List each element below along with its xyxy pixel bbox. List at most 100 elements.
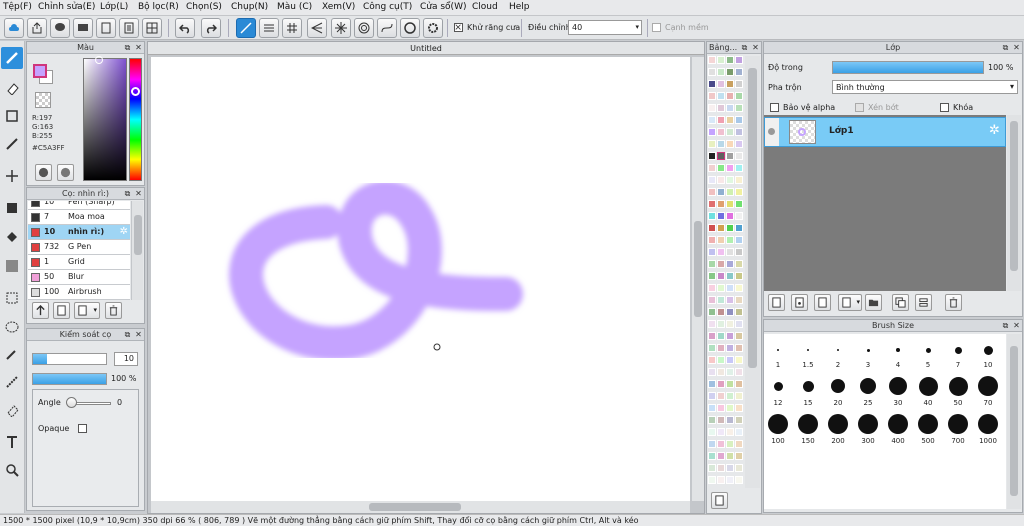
opaque-checkbox[interactable] <box>78 424 87 433</box>
palette-swatch[interactable] <box>726 272 734 280</box>
palette-swatch[interactable] <box>735 404 743 412</box>
palette-swatch[interactable] <box>717 356 725 364</box>
brush-tool[interactable] <box>1 47 23 69</box>
palette-swatch[interactable] <box>717 140 725 148</box>
perspective-ruler-button[interactable] <box>307 18 327 38</box>
brush-size-dot[interactable] <box>948 376 968 396</box>
palette-swatch[interactable] <box>726 224 734 232</box>
close-icon[interactable]: ✕ <box>134 43 143 52</box>
palette-swatch[interactable] <box>717 224 725 232</box>
scroll-thumb[interactable] <box>748 68 757 368</box>
grid-ruler-button[interactable] <box>282 18 302 38</box>
palette-swatch[interactable] <box>708 68 716 76</box>
layer-opacity-slider[interactable] <box>832 61 984 74</box>
protect-alpha-checkbox[interactable] <box>770 103 779 112</box>
pages-button[interactable] <box>119 18 139 38</box>
angle-slider-handle[interactable] <box>66 397 77 408</box>
palette-swatch[interactable] <box>717 296 725 304</box>
palette-swatch[interactable] <box>717 260 725 268</box>
palette-swatch[interactable] <box>708 140 716 148</box>
palette-swatch[interactable] <box>726 260 734 268</box>
palette-swatch[interactable] <box>735 368 743 376</box>
palette-swatch[interactable] <box>708 248 716 256</box>
palette-swatch[interactable] <box>708 368 716 376</box>
ellipse-ruler-button[interactable] <box>400 18 420 38</box>
palette-swatch[interactable] <box>735 248 743 256</box>
export-button[interactable] <box>27 18 47 38</box>
parallel-ruler-button[interactable] <box>259 18 279 38</box>
palette-swatch[interactable] <box>717 68 725 76</box>
palette-swatch[interactable] <box>735 236 743 244</box>
palette-swatch[interactable] <box>726 404 734 412</box>
delete-layer-button[interactable] <box>945 294 962 311</box>
palette-swatch[interactable] <box>726 236 734 244</box>
popout-icon[interactable]: ⧉ <box>740 43 749 52</box>
close-icon[interactable]: ✕ <box>134 330 143 339</box>
palette-swatch[interactable] <box>708 416 716 424</box>
close-icon[interactable]: ✕ <box>134 189 143 198</box>
palette-swatch[interactable] <box>735 416 743 424</box>
palette-swatch[interactable] <box>708 464 716 472</box>
palette-swatch[interactable] <box>717 236 725 244</box>
brush-size-dot[interactable] <box>777 349 779 351</box>
palette-swatch[interactable] <box>726 176 734 184</box>
palette-swatch[interactable] <box>717 80 725 88</box>
menu-filter[interactable]: Bộ lọc(R) <box>138 2 179 12</box>
palette-swatch[interactable] <box>708 332 716 340</box>
palette-swatch[interactable] <box>708 80 716 88</box>
palette-swatch[interactable] <box>717 428 725 436</box>
palette-swatch[interactable] <box>735 452 743 460</box>
new-8bit-layer-button[interactable] <box>814 294 831 311</box>
radial-ruler-button[interactable] <box>331 18 351 38</box>
brush-size-dot[interactable] <box>889 377 907 395</box>
palette-swatch[interactable] <box>735 128 743 136</box>
palette-swatch[interactable] <box>708 164 716 172</box>
palette-swatch[interactable] <box>717 392 725 400</box>
layer-row[interactable]: Lớp1 ✲ <box>764 117 1006 147</box>
brush-size-dot[interactable] <box>802 380 814 392</box>
popout-icon[interactable]: ⧉ <box>123 189 132 198</box>
palette-swatch[interactable] <box>726 380 734 388</box>
palette-swatch[interactable] <box>717 320 725 328</box>
palette-swatch[interactable] <box>726 140 734 148</box>
brush-list-scrollbar[interactable] <box>131 201 143 300</box>
lock-checkbox[interactable] <box>940 103 949 112</box>
grid-page-button[interactable] <box>142 18 162 38</box>
palette-swatch[interactable] <box>726 344 734 352</box>
gear-icon[interactable]: ✲ <box>989 123 1000 138</box>
eyedropper-tool[interactable] <box>1 459 23 481</box>
palette-swatch[interactable] <box>717 308 725 316</box>
palette-swatch[interactable] <box>726 212 734 220</box>
palette-swatch[interactable] <box>726 116 734 124</box>
hue-slider[interactable] <box>129 58 142 181</box>
palette-swatch[interactable] <box>717 164 725 172</box>
palette-swatch[interactable] <box>708 320 716 328</box>
palette-swatch[interactable] <box>726 392 734 400</box>
menu-select[interactable]: Chọn(S) <box>186 2 222 12</box>
canvas-vertical-scrollbar[interactable] <box>692 57 704 501</box>
brush-size-dot[interactable] <box>983 345 993 355</box>
palette-swatch[interactable] <box>717 344 725 352</box>
select-eraser-tool[interactable] <box>1 399 23 421</box>
color-wheel-button[interactable] <box>57 164 74 181</box>
palette-swatch[interactable] <box>726 92 734 100</box>
palette-swatch[interactable] <box>708 236 716 244</box>
brush-size-dot[interactable] <box>866 348 870 352</box>
palette-swatch[interactable] <box>717 152 725 160</box>
select-ellipse-tool[interactable] <box>1 316 23 338</box>
canvas-tab[interactable]: Untitled <box>148 42 704 55</box>
brush-size-dot[interactable] <box>860 378 876 394</box>
palette-swatch[interactable] <box>717 404 725 412</box>
brush-list-item[interactable]: 1 Grid <box>28 255 130 270</box>
new-folder-button[interactable] <box>865 294 882 311</box>
palette-swatch[interactable] <box>708 128 716 136</box>
popout-icon[interactable]: ⧉ <box>1001 43 1010 52</box>
palette-swatch[interactable] <box>735 176 743 184</box>
brush-size-dot[interactable] <box>858 414 878 434</box>
palette-swatch[interactable] <box>717 104 725 112</box>
brush-opacity-slider[interactable] <box>32 373 107 385</box>
palette-swatch[interactable] <box>735 200 743 208</box>
brush-size-dot[interactable] <box>798 414 818 434</box>
close-icon[interactable]: ✕ <box>1012 43 1021 52</box>
text-tool[interactable] <box>1 431 23 453</box>
